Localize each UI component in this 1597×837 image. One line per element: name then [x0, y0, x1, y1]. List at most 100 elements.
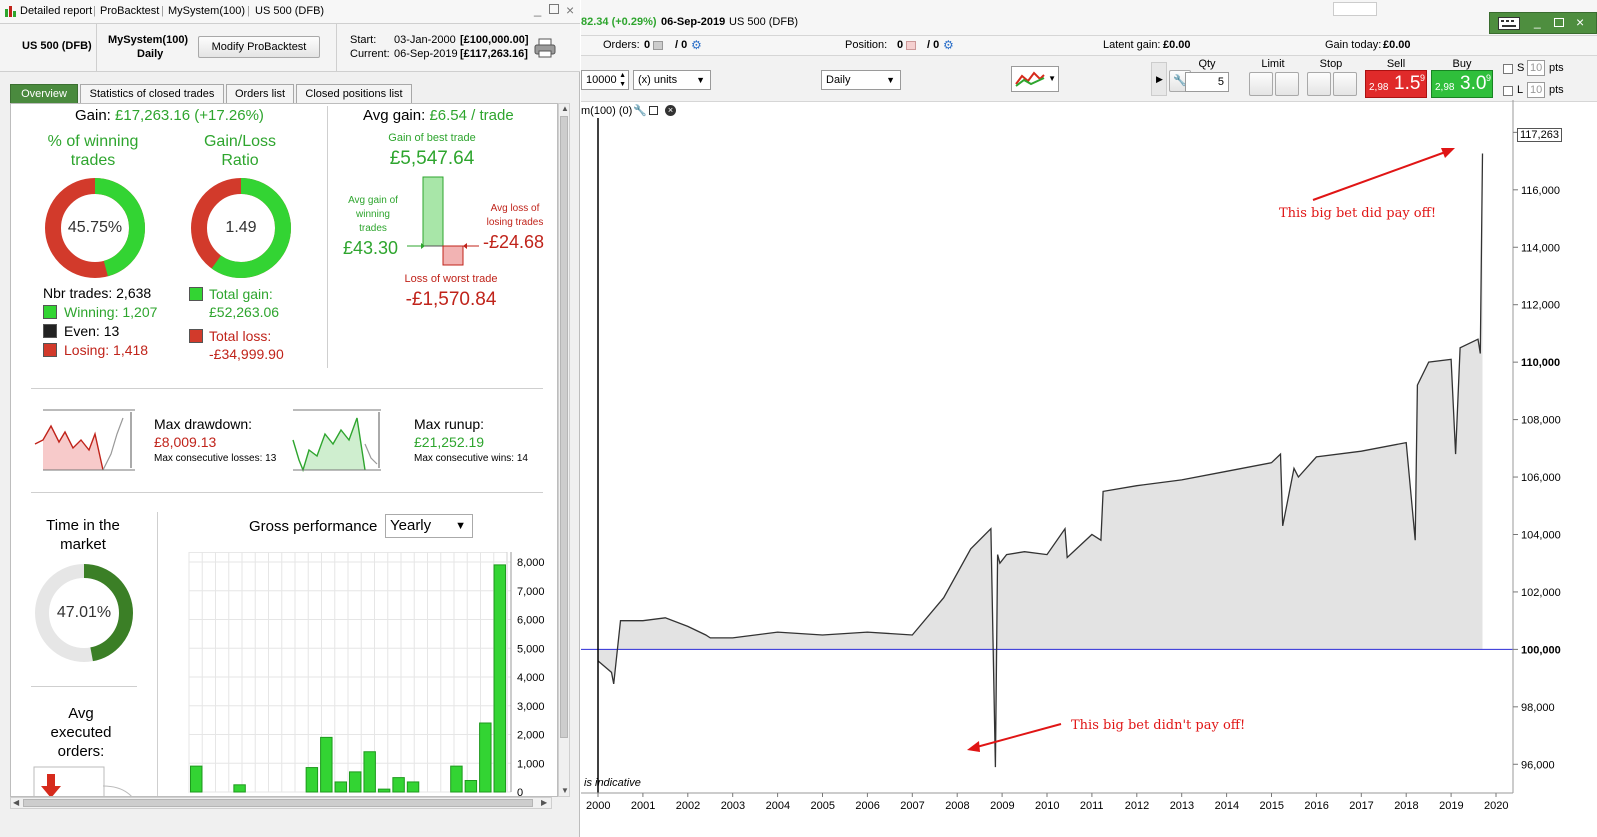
x-axis-tick: 2007	[900, 800, 924, 812]
gl-title-line-1: Gain/Loss	[203, 133, 277, 150]
x-axis-tick: 2002	[676, 800, 700, 812]
avg-exec-line-3: orders:	[57, 743, 105, 760]
total-loss: -£34,999.90	[209, 346, 284, 362]
equity-chart: 118,000116,000114,000112,000110,000108,0…	[581, 100, 1561, 812]
total-gain-square	[189, 287, 203, 301]
tab-orders-list[interactable]: Orders list	[226, 84, 294, 104]
y-axis-tick: 106,000	[1521, 472, 1561, 484]
avg-win-label: Avg gain of winning trades	[337, 194, 409, 236]
x-axis-tick: 2009	[990, 800, 1014, 812]
y-axis-tick: 114,000	[1521, 242, 1560, 254]
vertical-scrollbar[interactable]: ▲ ▼	[558, 103, 570, 797]
tab-statistics[interactable]: Statistics of closed trades	[80, 84, 224, 104]
gross-bar	[479, 722, 492, 793]
x-axis-tick: 2010	[1035, 800, 1059, 812]
gross-bar	[377, 788, 391, 793]
scroll-up-icon[interactable]: ▲	[561, 104, 569, 113]
avg-gain-bars	[407, 176, 479, 266]
detailed-report-window: Detailed report | ProBacktest | MySystem…	[0, 0, 580, 837]
scroll-left-icon[interactable]: ◀	[13, 798, 19, 807]
losing-count: Losing: 1,418	[64, 342, 149, 358]
gross-axis-tick: 4,000	[517, 672, 545, 684]
y-axis-tick: 98,000	[1521, 702, 1555, 714]
gross-axis-tick: 7,000	[517, 586, 545, 598]
chevron-down-icon: ▼	[455, 520, 466, 532]
winning-legend-square	[43, 305, 57, 319]
horizontal-scroll-thumb[interactable]	[23, 799, 533, 807]
worst-trade-label: Loss of worst trade	[404, 273, 498, 285]
backtest-info-bar: US 500 (DFB) MySystem(100) Daily Modify …	[0, 24, 580, 72]
gain-loss-title: Gain/Loss Ratio	[178, 132, 302, 170]
gross-performance-chart: 8,000 7,000 6,000 5,000 4,000 3,000 2,000 1,000…	[188, 552, 545, 796]
avg-loss-label-2: losing trades	[486, 217, 544, 228]
close-icon[interactable]: ×	[566, 2, 574, 18]
x-axis-tick: 2006	[855, 800, 879, 812]
avg-loss-label-1: Avg loss of	[490, 203, 540, 214]
drawdown-sparkline	[34, 409, 135, 471]
x-axis-tick: 2020	[1484, 800, 1508, 812]
time-in-market-title: Time in the market	[31, 516, 135, 554]
y-axis-tick: 108,000	[1521, 415, 1561, 427]
max-runup-value: £21,252.19	[414, 434, 485, 450]
avg-gain-value: £6.54 / trade	[429, 107, 514, 124]
worst-trade-value: -£1,570.84	[405, 289, 497, 310]
gross-axis-tick: 2,000	[517, 730, 545, 742]
gross-performance-select[interactable]: Yearly ▼	[385, 514, 473, 538]
gross-axis-tick: 8,000	[517, 557, 545, 569]
tab-overview[interactable]: Overview	[10, 84, 78, 104]
y-axis-tick: 96,000	[1521, 759, 1555, 771]
y-axis-tick: 102,000	[1521, 587, 1561, 599]
gross-axis-tick: 1,000	[517, 758, 545, 770]
y-axis-tick: 116,000	[1521, 185, 1560, 197]
gross-bar	[190, 765, 203, 793]
total-gain: £52,263.06	[209, 304, 280, 320]
vertical-scroll-thumb[interactable]	[560, 116, 568, 738]
gain-value: £17,263.16 (+17.26%)	[115, 107, 264, 124]
x-axis-tick: 2017	[1349, 800, 1373, 812]
arrow-bottom	[972, 723, 1062, 749]
annotation-bottom: This big bet didn't pay off!	[1071, 718, 1246, 733]
x-axis-tick: 2004	[766, 800, 790, 812]
scroll-down-icon[interactable]: ▼	[561, 786, 569, 795]
breadcrumb-probacktest[interactable]: ProBacktest	[100, 5, 159, 17]
total-loss-square	[189, 329, 203, 343]
x-axis-tick: 2000	[586, 800, 610, 812]
breadcrumb-system[interactable]: MySystem(100)	[168, 5, 245, 17]
breadcrumb-detailed-report[interactable]: Detailed report	[20, 5, 92, 17]
y-axis-tick: 112,000	[1521, 300, 1560, 312]
avg-executed-orders-title: Avg executed orders:	[31, 704, 131, 761]
avg-exec-line-1: Avg	[68, 705, 94, 722]
best-trade-value: £5,547.64	[389, 148, 475, 169]
gain-summary: Gain: £17,263.16 (+17.26%)	[75, 107, 264, 124]
current-label: Current:	[350, 48, 390, 60]
x-axis-tick: 2011	[1080, 800, 1104, 812]
winning-trades-title: % of winning trades	[31, 132, 155, 170]
gross-period-value: Yearly	[390, 517, 432, 534]
gl-title-line-2: Ratio	[221, 152, 259, 169]
y-axis-tick: 100,000	[1521, 644, 1561, 656]
minimize-icon[interactable]: _	[534, 2, 541, 17]
avg-exec-line-2: executed	[50, 724, 112, 741]
gl-ratio: 1.49	[225, 219, 257, 236]
avg-loss-value: -£24.68	[483, 232, 545, 252]
x-axis-tick: 2012	[1125, 800, 1149, 812]
modify-probacktest-button[interactable]: Modify ProBacktest	[198, 36, 320, 58]
last-value-label: 117,263	[1517, 128, 1562, 142]
y-axis-tick: 110,000	[1521, 357, 1560, 369]
gross-bar	[406, 781, 420, 793]
executed-orders-icon	[33, 766, 132, 796]
x-axis-tick: 2019	[1439, 800, 1463, 812]
report-tabs: Overview Statistics of closed trades Ord…	[10, 84, 570, 104]
y-axis-tick: 104,000	[1521, 529, 1561, 541]
gross-axis-tick: 5,000	[517, 643, 545, 655]
start-label: Start:	[350, 34, 377, 46]
horizontal-scrollbar[interactable]: ◀ ▶	[10, 797, 552, 809]
breadcrumb-instrument[interactable]: US 500 (DFB)	[255, 5, 324, 17]
maximize-icon[interactable]	[549, 4, 559, 14]
print-icon[interactable]	[534, 38, 556, 58]
system-name: MySystem(100)	[108, 34, 189, 46]
scroll-right-icon[interactable]: ▶	[541, 798, 547, 807]
x-axis-tick: 2014	[1215, 800, 1239, 812]
tab-closed-positions[interactable]: Closed positions list	[296, 84, 412, 104]
avg-gain-label: Avg gain:	[363, 107, 426, 124]
